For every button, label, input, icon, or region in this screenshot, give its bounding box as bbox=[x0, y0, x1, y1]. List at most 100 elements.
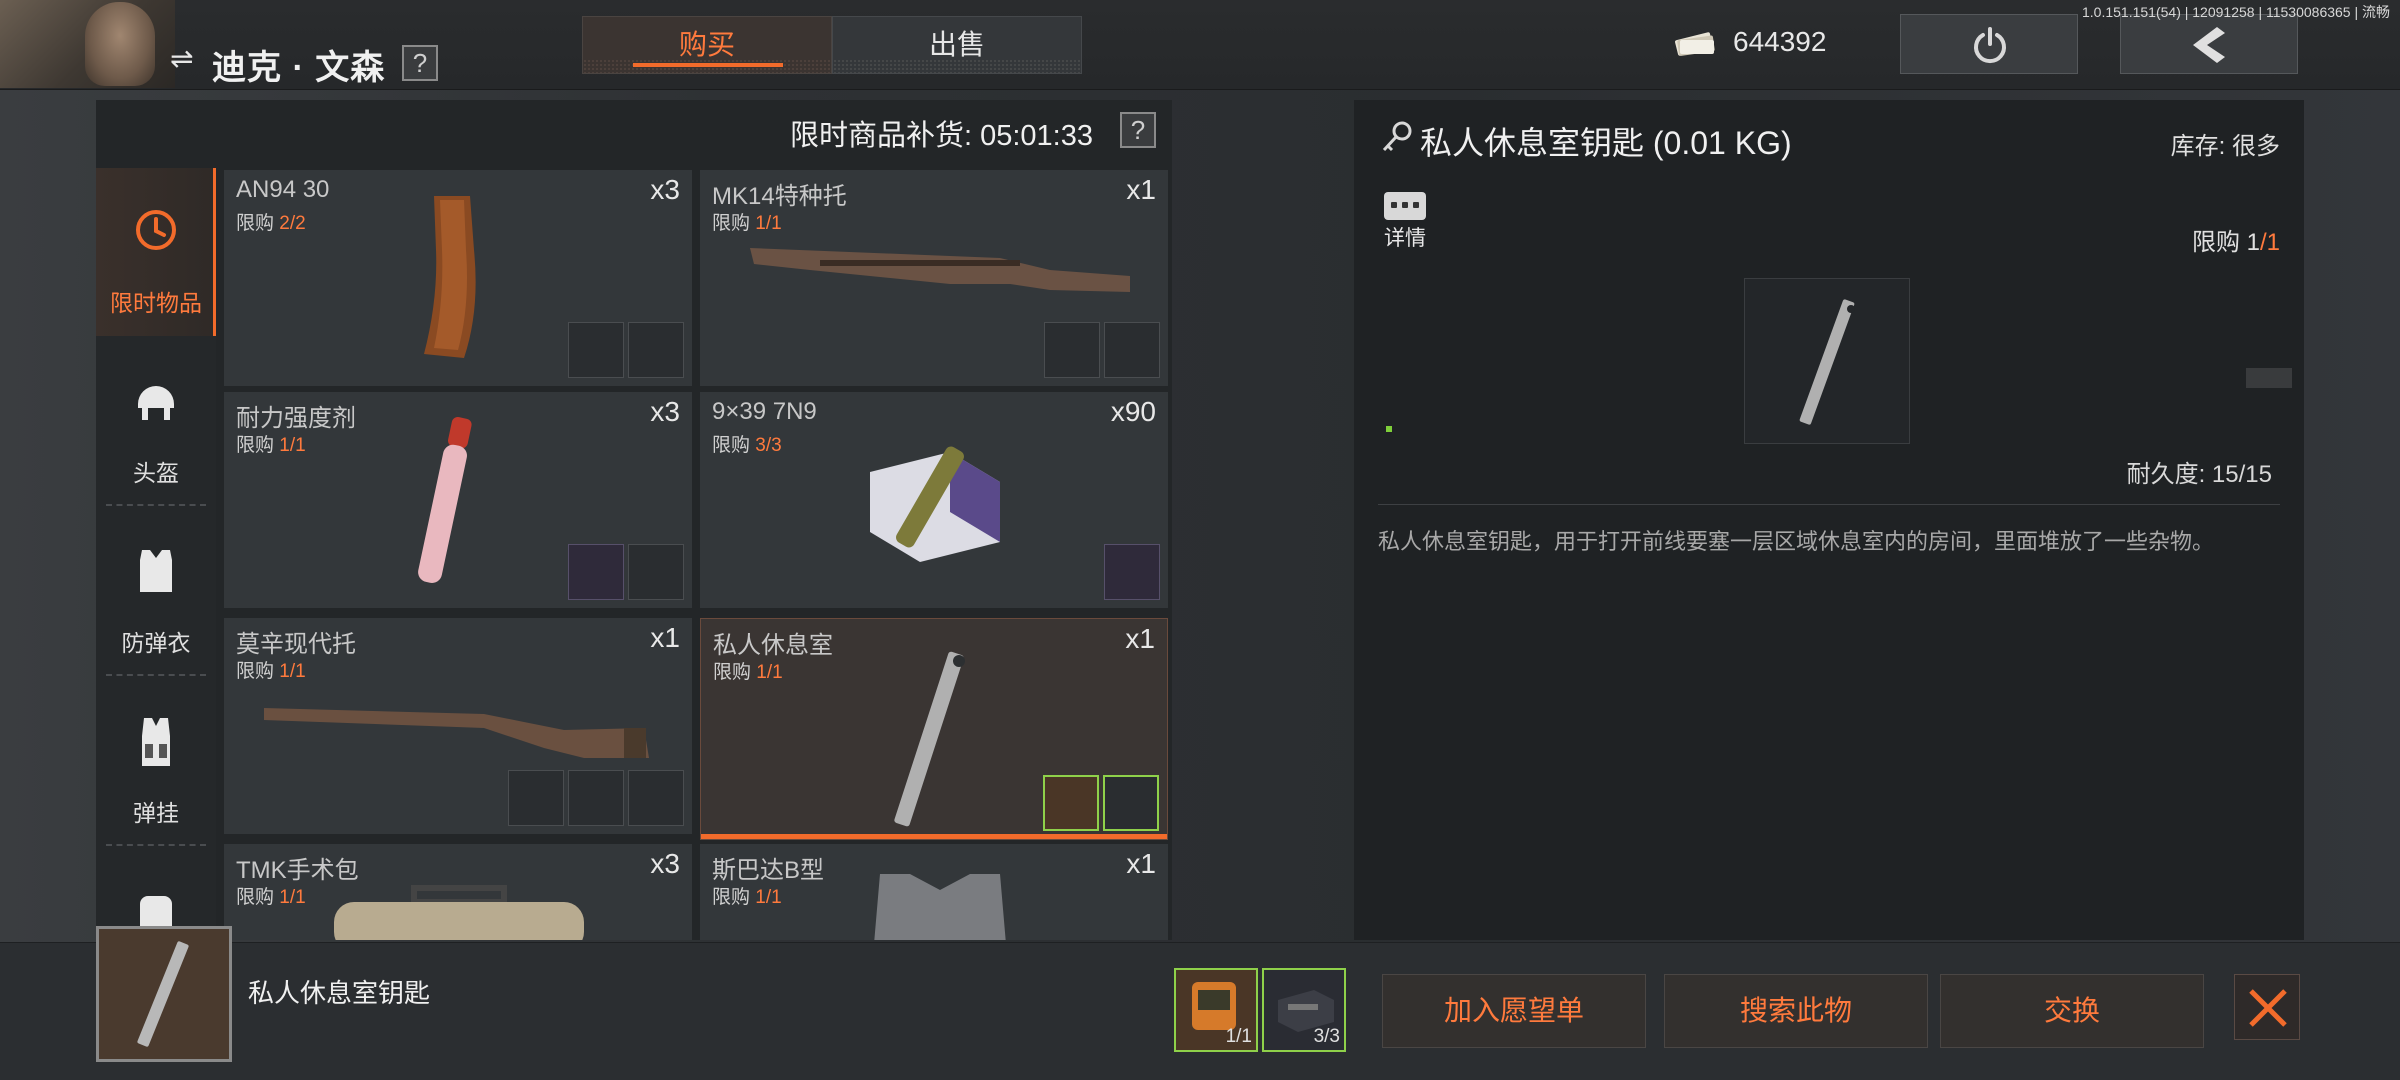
version-text: 1.0.151.151(54) | 12091258 | 11530086365… bbox=[2082, 4, 2390, 20]
item-card-an94-mag[interactable]: AN94 30 限购 2/2 x3 bbox=[224, 170, 692, 386]
item-name: TMK手术包 bbox=[236, 857, 359, 884]
medkit-part-icon bbox=[628, 322, 684, 378]
divider bbox=[1378, 504, 2280, 505]
key-art bbox=[894, 651, 965, 827]
sidebar-item-chest-rig[interactable]: 弹挂 bbox=[96, 678, 216, 846]
divider bbox=[106, 844, 206, 846]
tab-active-indicator bbox=[633, 63, 783, 67]
item-limit: 限购 1/1 bbox=[712, 882, 782, 909]
key-icon bbox=[1382, 121, 1412, 152]
details-label: 详情 bbox=[1384, 227, 1426, 250]
key-thumbnail-art bbox=[137, 941, 189, 1047]
item-quantity: x3 bbox=[650, 848, 680, 879]
details-button[interactable]: 详情 bbox=[1382, 192, 1428, 254]
limit-label: 限购 bbox=[712, 213, 751, 234]
item-name: 莫辛现代托 bbox=[236, 631, 356, 658]
item-limit: 限购 1/1 bbox=[236, 430, 306, 457]
limit-count: 3/3 bbox=[755, 435, 782, 456]
requirement-count: 3/3 bbox=[1313, 1026, 1340, 1047]
wrench-part-icon bbox=[508, 770, 564, 826]
surgery-kit-art bbox=[334, 885, 584, 940]
item-card-private-lounge-key[interactable]: 私人休息室 限购 1/1 x1 bbox=[700, 618, 1168, 840]
selected-item-thumbnail bbox=[96, 926, 232, 1062]
limit-count: 2/2 bbox=[279, 213, 306, 234]
requirement-slot-electronic-box[interactable]: 3/3 bbox=[1262, 968, 1346, 1052]
divider bbox=[106, 504, 206, 506]
detail-limit: 限购 1/1 bbox=[2192, 222, 2280, 257]
circuit-part-icon bbox=[1104, 544, 1160, 600]
item-name: 私人休息室 bbox=[713, 632, 833, 659]
item-card-mk14-stock[interactable]: MK14特种托 限购 1/1 x1 bbox=[700, 170, 1168, 386]
radio-device-icon bbox=[1043, 775, 1099, 831]
limit-count: 1/1 bbox=[755, 887, 782, 908]
item-card-ammo-9x39[interactable]: 9×39 7N9 限购 3/3 x90 bbox=[700, 392, 1168, 608]
item-limit: 限购 1/1 bbox=[712, 208, 782, 235]
item-description: 私人休息室钥匙，用于打开前线要塞一层区域休息室内的房间，里面堆放了一些杂物。 bbox=[1378, 529, 2215, 554]
injector-art bbox=[418, 417, 472, 583]
helmet-icon bbox=[138, 386, 174, 420]
item-card-mosin-stock[interactable]: 莫辛现代托 限购 1/1 x1 bbox=[224, 618, 692, 834]
cash-amount: 644392 bbox=[1733, 26, 1827, 57]
requirement-slot-radio[interactable]: 1/1 bbox=[1174, 968, 1258, 1052]
requirement-icons bbox=[568, 544, 684, 600]
help-button[interactable]: ? bbox=[402, 45, 438, 81]
category-sidebar: 限时物品 头盔 防弹衣 弹挂 bbox=[96, 168, 216, 940]
item-limit: 限购 1/1 bbox=[713, 657, 783, 684]
detail-title: 私人休息室钥匙 (0.01 KG) bbox=[1420, 125, 1792, 161]
search-item-button[interactable]: 搜索此物 bbox=[1664, 974, 1928, 1048]
power-button[interactable] bbox=[1900, 14, 2078, 74]
item-name: 斯巴达B型 bbox=[712, 857, 825, 884]
limit-label: 限购 bbox=[236, 213, 275, 234]
sidebar-item-label: 限时物品 bbox=[110, 290, 202, 316]
chest-rig-icon bbox=[142, 718, 170, 766]
limit-count: 1/1 bbox=[756, 662, 783, 683]
close-icon bbox=[2249, 989, 2287, 1027]
requirement-icons bbox=[508, 770, 684, 826]
player-avatar[interactable] bbox=[0, 0, 175, 88]
item-quantity: x1 bbox=[650, 622, 680, 653]
item-limit: 限购 3/3 bbox=[712, 430, 782, 457]
clock-icon bbox=[136, 210, 176, 250]
limit-label: 限购 bbox=[236, 661, 275, 682]
restock-help-button[interactable]: ? bbox=[1120, 112, 1156, 148]
cash-icon bbox=[1672, 28, 1718, 58]
sidebar-item-vest[interactable]: 防弹衣 bbox=[96, 508, 216, 676]
magazine-art bbox=[424, 196, 476, 358]
details-icon bbox=[1384, 192, 1426, 220]
sidebar-item-limited[interactable]: 限时物品 bbox=[96, 168, 216, 336]
tool-part-icon bbox=[1104, 322, 1160, 378]
back-button[interactable] bbox=[2120, 14, 2298, 74]
selected-item-name: 私人休息室钥匙 bbox=[248, 978, 431, 1008]
back-arrow-icon bbox=[2193, 27, 2225, 63]
restock-timer: 限时商品补货: 05:01:33 bbox=[790, 120, 1093, 152]
item-card-stamina-booster[interactable]: 耐力强度剂 限购 1/1 x3 bbox=[224, 392, 692, 608]
tab-sell-label: 出售 bbox=[928, 29, 985, 60]
exchange-button[interactable]: 交换 bbox=[1940, 974, 2204, 1048]
power-icon bbox=[1974, 27, 2006, 64]
item-name: AN94 30 bbox=[236, 176, 330, 203]
item-card-spartan-b-vest[interactable]: 斯巴达B型 限购 1/1 x1 bbox=[700, 844, 1168, 940]
switch-icon[interactable]: ⇌ bbox=[170, 44, 200, 74]
close-button[interactable] bbox=[2234, 974, 2300, 1040]
requirement-count: 1/1 bbox=[1225, 1026, 1252, 1047]
limit-label: 限购 bbox=[2191, 229, 2247, 256]
item-name: 耐力强度剂 bbox=[236, 405, 356, 432]
item-quantity: x1 bbox=[1125, 623, 1155, 654]
limit-label: 限购 bbox=[236, 887, 275, 908]
item-quantity: x1 bbox=[1126, 174, 1156, 205]
suppressor-icon bbox=[1044, 322, 1100, 378]
add-to-wishlist-button[interactable]: 加入愿望单 bbox=[1382, 974, 1646, 1048]
vest-icon bbox=[140, 550, 172, 592]
item-limit: 限购 1/1 bbox=[236, 882, 306, 909]
vest-art bbox=[874, 874, 1006, 940]
item-limit: 限购 1/1 bbox=[236, 656, 306, 683]
tab-buy[interactable]: 购买 bbox=[582, 16, 832, 74]
durability: 耐久度: 15/15 bbox=[2126, 461, 2272, 488]
sidebar-item-label: 弹挂 bbox=[133, 800, 179, 826]
limit-label: 限购 bbox=[712, 887, 751, 908]
item-card-tmk-surgery-kit[interactable]: TMK手术包 限购 1/1 x3 bbox=[224, 844, 692, 940]
requirement-icons bbox=[568, 322, 684, 378]
top-bar: ⇌ 迪克 · 文森 ? 购买 出售 644392 1.0.151.151(54)… bbox=[0, 0, 2400, 90]
tab-sell[interactable]: 出售 bbox=[832, 16, 1082, 74]
sidebar-item-helmet[interactable]: 头盔 bbox=[96, 338, 216, 506]
